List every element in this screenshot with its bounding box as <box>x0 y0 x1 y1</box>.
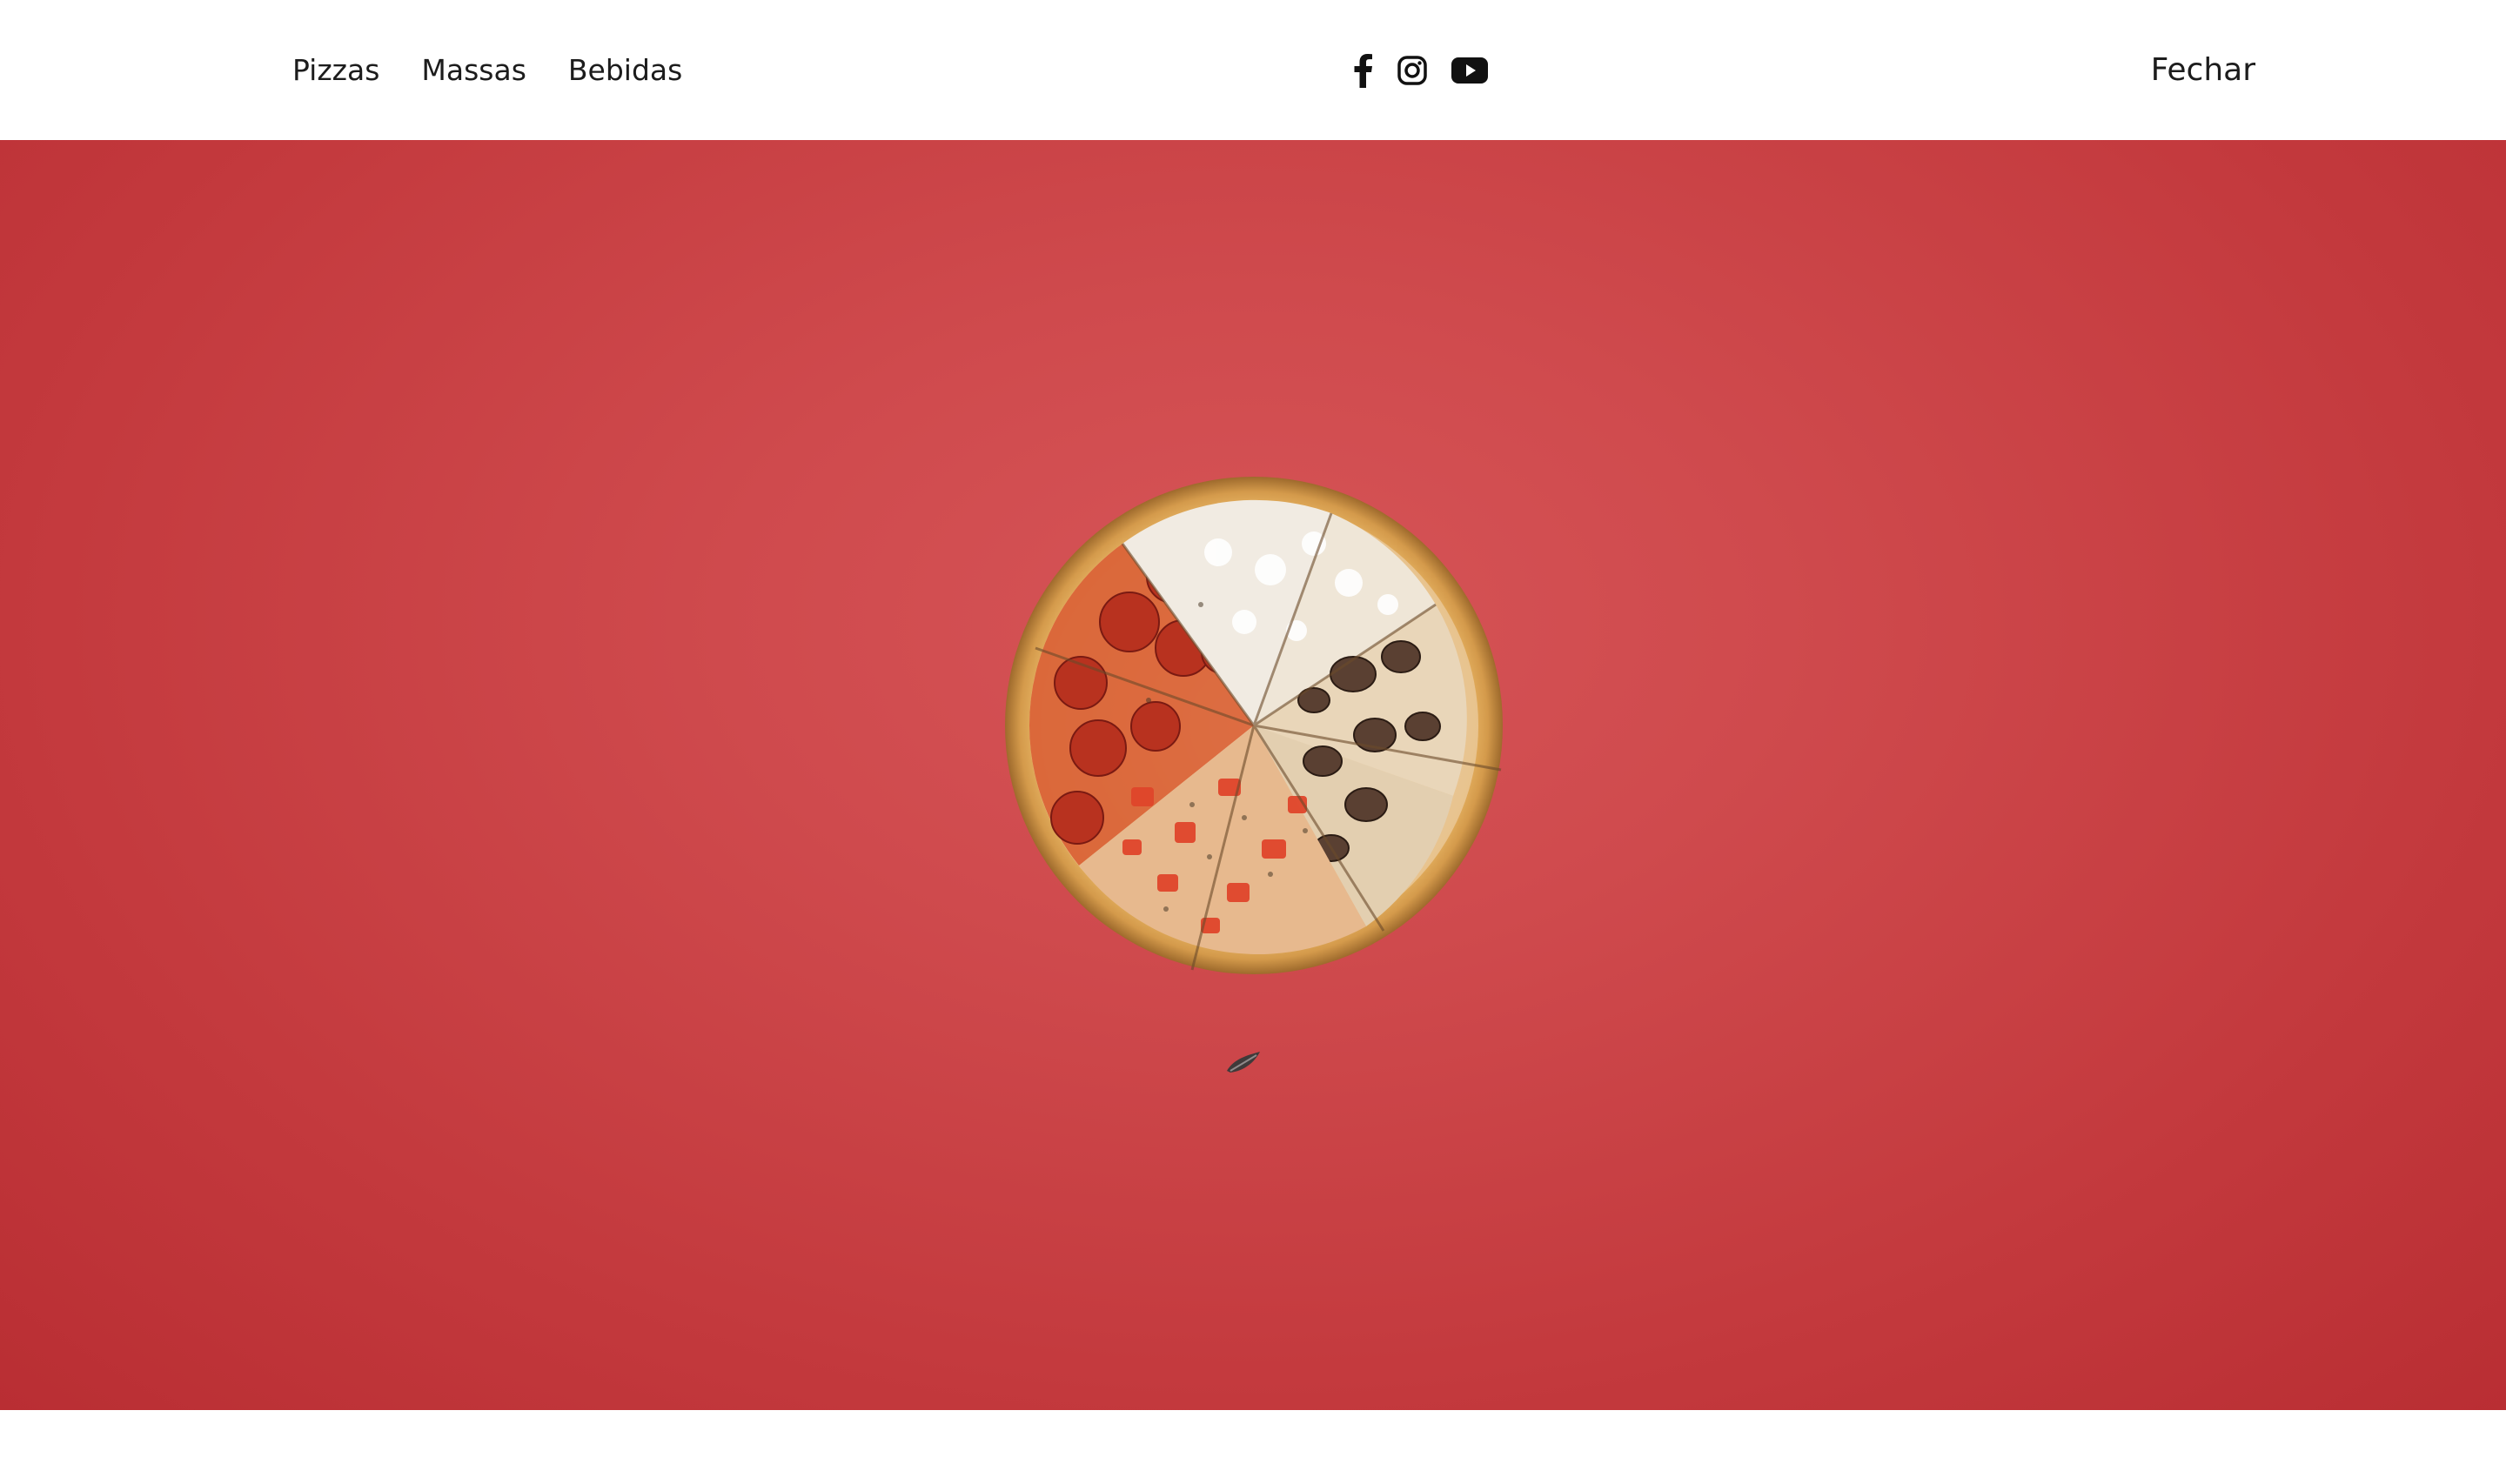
pizza-image <box>1001 474 1507 977</box>
close-menu-button[interactable]: Fechar <box>2151 50 2255 90</box>
leaf-garnish-image <box>1222 1048 1263 1080</box>
nav-pizzas[interactable]: Pizzas <box>292 50 379 90</box>
social-links <box>1353 50 1489 90</box>
instagram-icon[interactable] <box>1397 55 1428 86</box>
nav-bebidas[interactable]: Bebidas <box>568 50 682 90</box>
nav-massas[interactable]: Massas <box>421 50 526 90</box>
menu-link[interactable]: Cardápio <box>2103 1445 2255 1484</box>
facebook-icon[interactable] <box>1353 53 1374 88</box>
top-bar: Pizzas Massas Bebidas Fechar <box>0 0 2506 140</box>
youtube-icon[interactable] <box>1451 57 1489 84</box>
address-text: Jaconé rua 113 <box>251 1445 506 1484</box>
hero-section: Jaconé rua 113 Cardápio <box>0 140 2506 1484</box>
main-nav: Pizzas Massas Bebidas <box>292 50 682 90</box>
